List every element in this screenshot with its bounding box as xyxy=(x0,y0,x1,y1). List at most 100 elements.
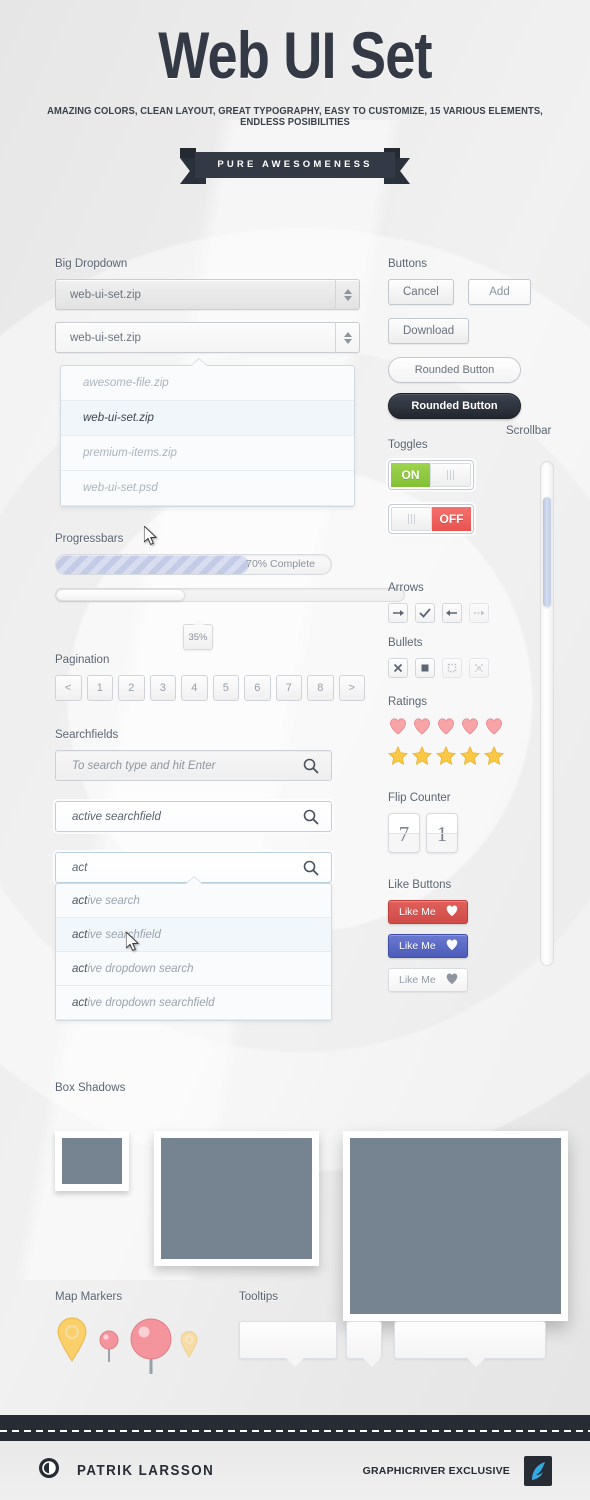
pagination-page[interactable]: 7 xyxy=(275,675,302,701)
spinner-icon[interactable] xyxy=(335,322,359,353)
download-button[interactable]: Download xyxy=(388,318,470,344)
suggestion-rest: ive searchfield xyxy=(87,929,161,941)
list-item[interactable]: active searchfield xyxy=(56,918,331,952)
list-item[interactable]: active dropdown searchfield xyxy=(56,986,331,1020)
star-icon[interactable] xyxy=(388,746,408,770)
cancel-button[interactable]: Cancel xyxy=(388,279,454,305)
list-item[interactable]: web-ui-set.psd xyxy=(61,471,354,506)
list-item[interactable]: premium-items.zip xyxy=(61,436,354,471)
buttons-section-label: Buttons xyxy=(388,258,427,270)
star-icon[interactable] xyxy=(460,746,480,770)
pagination-next[interactable]: > xyxy=(338,675,365,701)
pagination-page[interactable]: 8 xyxy=(307,675,334,701)
flip-digit: 1 xyxy=(426,813,458,853)
pagination-page[interactable]: 1 xyxy=(86,675,113,701)
tooltips-section-label: Tooltips xyxy=(239,1291,278,1303)
pagination-prev[interactable]: < xyxy=(55,675,82,701)
footer: PATRIK LARSSON GRAPHICRIVER EXCLUSIVE xyxy=(0,1441,590,1500)
heart-icon[interactable] xyxy=(412,717,432,740)
toggle-on[interactable]: ON xyxy=(388,460,474,490)
search-input-active-value: active searchfield xyxy=(72,811,161,823)
star-icon[interactable] xyxy=(484,746,504,770)
rounded-button-light[interactable]: Rounded Button xyxy=(388,357,521,383)
dropdown-select-1-value: web-ui-set.zip xyxy=(70,289,141,301)
spinner-icon[interactable] xyxy=(335,279,359,310)
scrollbar-track[interactable] xyxy=(540,461,554,966)
search-input-active[interactable]: active searchfield xyxy=(55,801,332,832)
scrollbar-thumb[interactable] xyxy=(543,497,551,607)
push-pin-large-icon[interactable] xyxy=(130,1318,172,1381)
map-pin-large-icon[interactable] xyxy=(55,1316,89,1367)
page-root: Web UI Set AMAZING COLORS, CLEAN LAYOUT,… xyxy=(0,0,590,1500)
pagination-page[interactable]: 5 xyxy=(212,675,239,701)
toggle-handle[interactable] xyxy=(391,507,432,531)
pagination-page[interactable]: 3 xyxy=(149,675,176,701)
like-button-blue[interactable]: Like Me xyxy=(388,934,468,958)
like-button-red[interactable]: Like Me xyxy=(388,900,468,924)
star-icon[interactable] xyxy=(436,746,456,770)
dropdown-select-1[interactable]: web-ui-set.zip xyxy=(55,279,360,310)
buttons-row-2: Download xyxy=(388,318,548,357)
suggestion-match: act xyxy=(72,895,88,907)
ribbon-label: PURE AWESOMENESS xyxy=(195,152,395,178)
search-icon[interactable] xyxy=(303,809,319,830)
pagination-page[interactable]: 4 xyxy=(181,675,208,701)
pagination-page[interactable]: 2 xyxy=(118,675,145,701)
right-column: Buttons Cancel Add Download Rounded Butt… xyxy=(388,258,554,1002)
flip-digit: 7 xyxy=(388,813,420,853)
scrollbar-section-label: Scrollbar xyxy=(506,425,552,437)
arrow-left-icon[interactable] xyxy=(442,603,462,623)
list-item[interactable]: active search xyxy=(56,884,331,918)
toggle-handle[interactable] xyxy=(430,463,471,487)
toggle-on-label: ON xyxy=(391,463,430,487)
arrows-section-label: Arrows xyxy=(388,582,424,594)
toggle-off[interactable]: OFF xyxy=(388,504,474,534)
arrow-right-icon[interactable] xyxy=(388,603,408,623)
dropdown-section-label: Big Dropdown xyxy=(55,258,128,270)
ribbon-fold-left xyxy=(180,148,196,158)
pagination-page[interactable]: 6 xyxy=(244,675,271,701)
footer-divider-strip xyxy=(0,1415,590,1441)
progressbar-slider-badge: 35% xyxy=(183,619,213,650)
progressbar-primary: 70% Complete xyxy=(55,554,332,575)
header: Web UI Set AMAZING COLORS, CLEAN LAYOUT,… xyxy=(0,0,590,188)
dotted-x-icon[interactable] xyxy=(469,658,489,678)
filled-square-icon[interactable] xyxy=(415,658,435,678)
map-pin-small-icon[interactable] xyxy=(179,1330,199,1363)
dropdown-select-2-value: web-ui-set.zip xyxy=(70,332,141,344)
search-input-default[interactable]: To search type and hit Enter xyxy=(55,750,332,781)
graphicriver-logo-icon xyxy=(524,1455,552,1486)
checkmark-icon[interactable] xyxy=(415,603,435,623)
list-item[interactable]: active dropdown search xyxy=(56,952,331,986)
like-button-white[interactable]: Like Me xyxy=(388,968,468,992)
heart-icon[interactable] xyxy=(388,717,408,740)
suggestion-match: act xyxy=(72,997,88,1009)
toggle-off-label: OFF xyxy=(432,507,471,531)
search-icon[interactable] xyxy=(303,758,319,779)
add-button[interactable]: Add xyxy=(468,279,531,305)
star-icon[interactable] xyxy=(412,746,432,770)
heart-icon[interactable] xyxy=(460,717,480,740)
push-pin-small-icon[interactable] xyxy=(99,1330,119,1369)
heart-icon[interactable] xyxy=(436,717,456,740)
heart-icon[interactable] xyxy=(484,717,504,740)
list-item[interactable]: web-ui-set.zip xyxy=(61,401,354,436)
x-mark-icon[interactable] xyxy=(388,658,408,678)
progressbar-slider[interactable] xyxy=(55,588,405,602)
rounded-button-dark[interactable]: Rounded Button xyxy=(388,393,521,419)
ribbon-banner: PURE AWESOMENESS xyxy=(0,148,590,188)
suggestion-rest: ive search xyxy=(87,895,140,907)
arrow-right-dashed-icon[interactable] xyxy=(469,603,489,623)
shadow-box-medium xyxy=(154,1131,319,1266)
progressbar-slider-fill xyxy=(56,589,185,601)
author-name: PATRIK LARSSON xyxy=(76,1462,215,1479)
buttons-row-1: Cancel Add xyxy=(388,279,548,318)
dotted-square-icon[interactable] xyxy=(442,658,462,678)
list-item[interactable]: awesome-file.zip xyxy=(61,366,354,401)
progressbar-primary-text: 70% Complete xyxy=(246,558,315,570)
progressbars-section-label: Progressbars xyxy=(55,533,124,545)
rating-hearts xyxy=(388,717,548,740)
dropdown-select-2[interactable]: web-ui-set.zip xyxy=(55,322,360,353)
box-shadows-section: Box Shadows xyxy=(55,1082,568,1321)
search-icon[interactable] xyxy=(303,860,319,881)
